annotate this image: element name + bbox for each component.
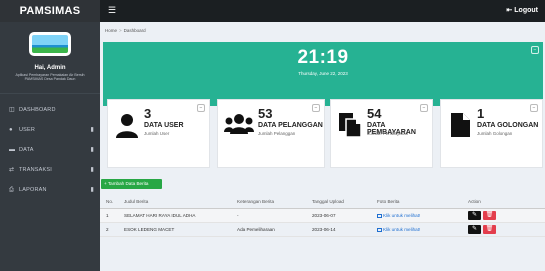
print-icon: ⎙	[9, 187, 15, 193]
breadcrumb-home[interactable]: Home	[105, 28, 117, 33]
caret-icon: ▮	[90, 167, 94, 173]
breadcrumb: Home > Dashboard	[105, 28, 146, 33]
cell-keterangan: Ada Pemeliharaan	[237, 222, 312, 237]
table-header-row: No. Judul Berita Keterangan Berita Tangg…	[100, 196, 545, 209]
sidebar-item-transaksi[interactable]: ⇄ TRANSAKSI ▮	[0, 160, 100, 180]
column-header[interactable]: Tanggal Upload	[312, 196, 377, 209]
user-panel: Hai, Admin Aplikasi Pembayaran Pemakaian…	[0, 22, 100, 94]
user-icon: ●	[9, 127, 13, 133]
sidebar-item-label: DATA	[19, 147, 34, 153]
column-header[interactable]: Foto Berita	[377, 196, 468, 209]
copy-document-icon	[339, 113, 362, 138]
clock-time: 21:19	[297, 47, 349, 68]
stat-card-golongan: 1 DATA GOLONGAN Jumlah Golongan −	[440, 99, 543, 168]
caret-icon: ▮	[90, 187, 94, 193]
stat-label: DATA GOLONGAN	[477, 122, 539, 129]
collapse-icon[interactable]: −	[531, 46, 539, 54]
stat-label: DATA USER	[144, 122, 184, 129]
stat-card-pelanggan: 53 DATA PELANGGAN Jumlah Pelanggan −	[217, 99, 325, 168]
cell-tanggal: 2023-06-14	[312, 222, 377, 237]
photo-link[interactable]: Klik untuk melihat!	[377, 227, 420, 232]
cell-foto: Klik untuk melihat!	[377, 208, 468, 223]
cell-judul: SELAMAT HARI RAYA IDUL ADHA	[122, 208, 237, 223]
hamburger-menu-icon[interactable]: ☰	[108, 6, 117, 15]
edit-button[interactable]: ✎	[468, 224, 481, 234]
table-row: 2 ESOK LEDENG MACET Ada Pemeliharaan 202…	[100, 222, 545, 237]
top-navbar: ☰ ⇤ Logout	[100, 0, 545, 22]
logout-icon: ⇤	[506, 7, 513, 14]
delete-button[interactable]: 🗑	[483, 224, 496, 234]
sidebar-nav: ◫ DASHBOARD ● USER ▮ ▬ DATA ▮ ⇄ TRANSAKSI ▮ …	[0, 100, 100, 200]
app-subtitle: Aplikasi Pembayaran Pemakaian Air Bersih…	[15, 73, 85, 82]
sidebar: Hai, Admin Aplikasi Pembayaran Pemakaian…	[0, 22, 100, 271]
sidebar-item-user[interactable]: ● USER ▮	[0, 120, 100, 140]
column-header[interactable]: Keterangan Berita	[237, 196, 312, 209]
sidebar-item-laporan[interactable]: ⎙ LAPORAN ▮	[0, 180, 100, 200]
stat-caption: Jumlah Pembayaran	[367, 131, 409, 136]
stat-value: 53	[258, 106, 273, 121]
collapse-icon[interactable]: −	[530, 104, 538, 112]
stats-row: 3 DATA USER Jumlah User − 53 DATA PELANG…	[103, 99, 543, 168]
collapse-icon[interactable]: −	[312, 104, 320, 112]
stat-caption: Jumlah Pelanggan	[258, 131, 296, 136]
collapse-icon[interactable]: −	[420, 104, 428, 112]
stat-value: 3	[144, 106, 152, 121]
photo-link[interactable]: Klik untuk melihat!	[377, 213, 420, 218]
cell-keterangan: -	[237, 208, 312, 223]
app-logo	[29, 32, 71, 56]
photo-link-label: Klik untuk melihat!	[383, 226, 421, 232]
transaction-icon: ⇄	[9, 167, 15, 173]
cell-tanggal: 2023-06-07	[312, 208, 377, 223]
table-row: 1 SELAMAT HARI RAYA IDUL ADHA - 2023-06-…	[100, 208, 545, 223]
sidebar-item-label: LAPORAN	[19, 187, 47, 193]
users-group-icon	[224, 114, 254, 134]
news-table: No. Judul Berita Keterangan Berita Tangg…	[100, 196, 545, 237]
column-header[interactable]: No.	[100, 196, 122, 209]
sidebar-item-dashboard[interactable]: ◫ DASHBOARD	[0, 100, 100, 120]
logout-button[interactable]: ⇤ Logout	[506, 6, 538, 14]
stat-card-pembayaran: 54 DATA PEMBAYARAN Jumlah Pembayaran −	[330, 99, 433, 168]
stat-caption: Jumlah User	[144, 131, 170, 136]
column-header: Action	[468, 196, 545, 209]
cell-action: ✎ 🗑	[468, 208, 545, 223]
brand-title[interactable]: PAMSIMAS	[0, 0, 100, 22]
breadcrumb-current: Dashboard	[123, 28, 146, 33]
photo-link-label: Klik untuk melihat!	[383, 212, 421, 218]
clock-panel: 21:19 Thursday, June 22, 2023 −	[103, 42, 543, 106]
cell-no: 1	[100, 208, 122, 223]
collapse-icon[interactable]: −	[197, 104, 205, 112]
cell-foto: Klik untuk melihat!	[377, 222, 468, 237]
stat-label: DATA PELANGGAN	[258, 122, 323, 129]
stat-caption: Jumlah Golongan	[477, 131, 513, 136]
sidebar-item-label: DASHBOARD	[19, 107, 56, 113]
clock-date: Thursday, June 22, 2023	[298, 71, 348, 76]
cell-action: ✎ 🗑	[468, 222, 545, 237]
cell-no: 2	[100, 222, 122, 237]
stat-value: 1	[477, 106, 485, 121]
delete-button[interactable]: 🗑	[483, 210, 496, 220]
user-icon	[116, 114, 138, 138]
logo-image	[32, 35, 68, 53]
cell-judul: ESOK LEDENG MACET	[122, 222, 237, 237]
file-icon	[451, 113, 470, 137]
caret-icon: ▮	[90, 127, 94, 133]
stat-card-user: 3 DATA USER Jumlah User −	[107, 99, 210, 168]
caret-icon: ▮	[90, 147, 94, 153]
breadcrumb-separator: >	[119, 28, 122, 33]
sidebar-item-data[interactable]: ▬ DATA ▮	[0, 140, 100, 160]
main-content: Home > Dashboard 21:19 Thursday, June 22, …	[100, 22, 545, 271]
image-icon	[377, 227, 382, 232]
stat-value: 54	[367, 106, 382, 121]
sidebar-item-label: TRANSAKSI	[19, 167, 52, 173]
add-news-button[interactable]: + Tambah Data Berita	[101, 179, 162, 189]
monitor-icon: ◫	[9, 107, 15, 113]
edit-button[interactable]: ✎	[468, 210, 481, 220]
app-root: PAMSIMAS ☰ ⇤ Logout Hai, Admin Aplikasi P…	[0, 0, 545, 271]
logout-label: Logout	[514, 7, 538, 14]
sidebar-item-label: USER	[19, 127, 36, 133]
column-header[interactable]: Judul Berita	[122, 196, 237, 209]
image-icon	[377, 213, 382, 218]
folder-icon: ▬	[9, 147, 16, 153]
greeting: Hai, Admin	[34, 65, 66, 71]
